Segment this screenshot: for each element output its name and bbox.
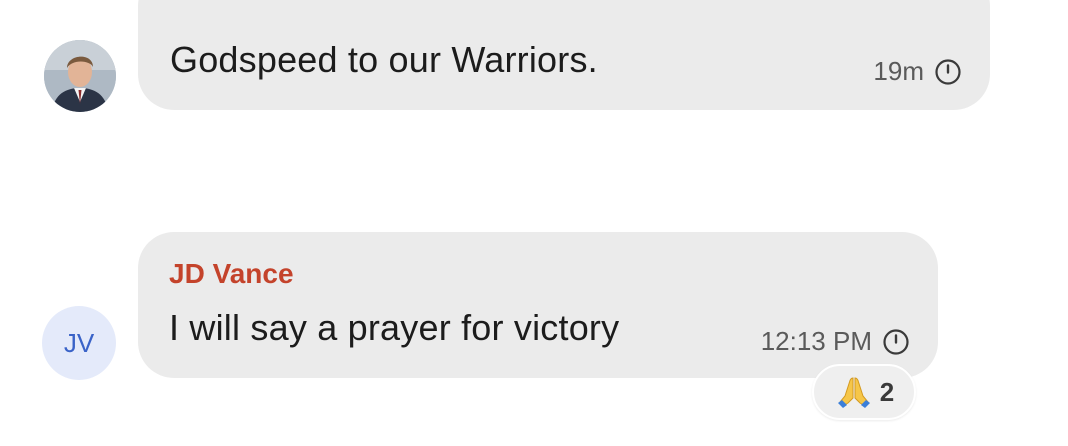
profile-photo-icon <box>44 40 116 112</box>
message-text: Godspeed to our Warriors. <box>170 39 598 80</box>
clock-icon <box>935 58 961 85</box>
reaction-badge[interactable]: 2 <box>812 364 916 420</box>
chat-thread: Godspeed to our Warriors. 19m JV JD Vanc… <box>0 0 1068 446</box>
avatar[interactable]: JV <box>42 306 116 380</box>
message-bubble[interactable]: JD Vance I will say a prayer for victory… <box>138 232 938 378</box>
message-meta: 12:13 PM <box>761 326 910 357</box>
message-meta: 19m <box>873 56 962 87</box>
reaction-count: 2 <box>879 376 895 407</box>
sender-name: JD Vance <box>169 258 294 289</box>
clock-icon <box>883 328 909 355</box>
avatar[interactable] <box>44 40 116 112</box>
avatar-initials: JV <box>63 327 95 358</box>
message-bubble[interactable]: Godspeed to our Warriors. 19m <box>138 0 990 110</box>
message-time: 19m <box>873 56 924 86</box>
message-text: I will say a prayer for victory <box>169 307 620 348</box>
praying-hands-icon <box>837 377 870 408</box>
message-time: 12:13 PM <box>760 326 872 356</box>
